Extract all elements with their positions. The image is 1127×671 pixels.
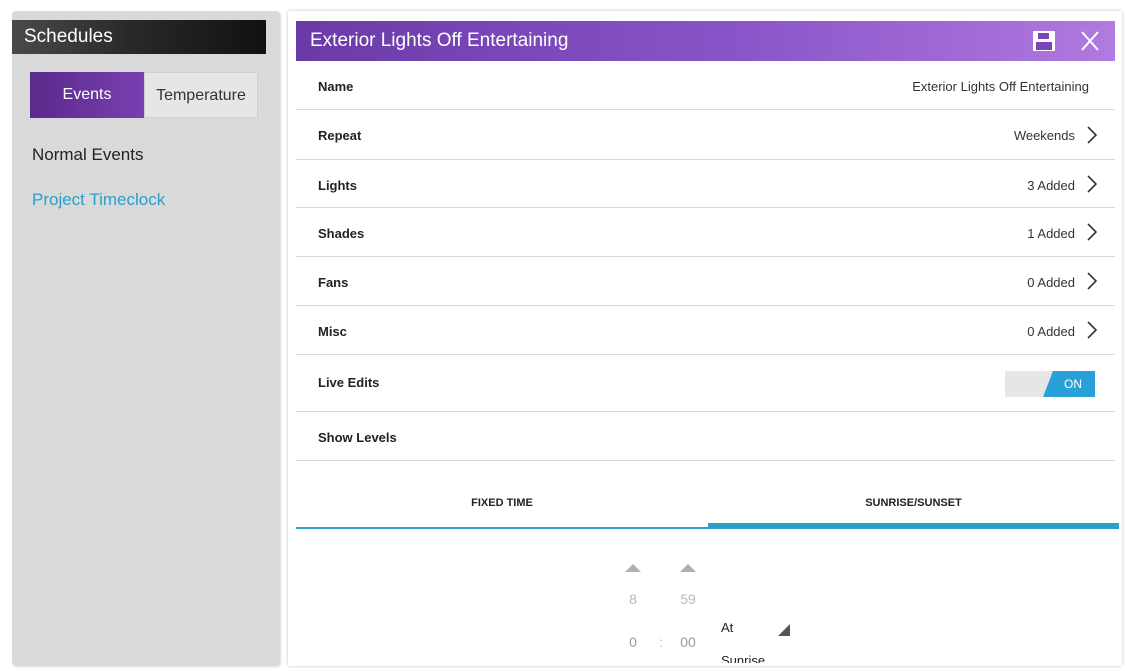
toggle-on-label: ON [1043, 371, 1095, 397]
row-label: Show Levels [318, 430, 397, 445]
chevron-right-icon [1087, 321, 1097, 339]
tab-events[interactable]: Events [30, 72, 144, 118]
row-value: 3 Added [1027, 178, 1075, 193]
row-value: 1 Added [1027, 226, 1075, 241]
minutes-prev-value: 59 [680, 591, 696, 607]
row-value: 0 Added [1027, 324, 1075, 339]
row-repeat[interactable]: Repeat Weekends [296, 110, 1115, 160]
tab-sunrise-sunset[interactable]: SUNRISE/SUNSET [708, 485, 1119, 529]
row-label: Live Edits [318, 375, 380, 390]
minutes-up-arrow-icon[interactable] [679, 562, 697, 574]
dropdown-triangle-icon [778, 624, 790, 636]
row-lights[interactable]: Lights 3 Added [296, 160, 1115, 208]
chevron-right-icon [1087, 272, 1097, 290]
row-label: Name [318, 79, 354, 94]
row-show-levels[interactable]: Show Levels [296, 412, 1115, 461]
row-label: Misc [318, 324, 347, 339]
schedules-header: Schedules [12, 20, 266, 54]
tab-temperature[interactable]: Temperature [144, 72, 258, 118]
sidebar-item-normal-events[interactable]: Normal Events [32, 145, 143, 165]
relation-dropdown[interactable]: At [721, 620, 733, 635]
row-live-edits: Live Edits ON [296, 355, 1115, 412]
chevron-right-icon [1087, 175, 1097, 193]
close-icon[interactable] [1078, 30, 1102, 52]
save-icon[interactable] [1032, 30, 1056, 52]
time-separator: : [659, 634, 663, 650]
row-label: Fans [318, 275, 349, 290]
chevron-right-icon [1087, 223, 1097, 241]
row-name[interactable]: Name Exterior Lights Off Entertaining [296, 61, 1115, 110]
hours-value[interactable]: 0 [626, 634, 640, 650]
chevron-right-icon [1087, 126, 1097, 144]
tab-fixed-time[interactable]: FIXED TIME [296, 485, 708, 529]
app-window: Schedules Events Temperature Normal Even… [0, 0, 1127, 671]
row-label: Shades [318, 226, 365, 241]
row-label: Lights [318, 178, 357, 193]
live-edits-toggle[interactable]: ON [1005, 371, 1095, 397]
row-label: Repeat [318, 128, 362, 143]
row-shades[interactable]: Shades 1 Added [296, 208, 1115, 257]
sidebar-item-project-timeclock[interactable]: Project Timeclock [32, 190, 165, 210]
row-fans[interactable]: Fans 0 Added [296, 257, 1115, 306]
row-value: Weekends [1013, 128, 1075, 143]
minutes-value[interactable]: 00 [675, 634, 701, 650]
editor-title: Exterior Lights Off Entertaining [310, 30, 569, 51]
row-misc[interactable]: Misc 0 Added [296, 306, 1115, 355]
hours-prev-value: 8 [629, 591, 637, 607]
row-value: 0 Added [1027, 275, 1075, 290]
event-dropdown[interactable]: Sunrise [721, 651, 765, 663]
editor-title-bar: Exterior Lights Off Entertaining [296, 21, 1115, 61]
row-value: Exterior Lights Off Entertaining [912, 79, 1089, 94]
hours-up-arrow-icon[interactable] [624, 562, 642, 574]
